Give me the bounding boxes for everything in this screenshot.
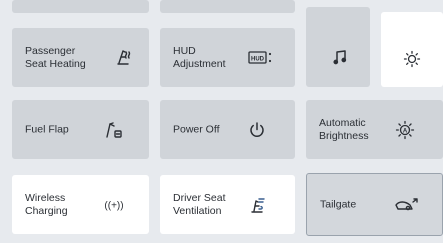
automatic-brightness-label: Automatic Brightness <box>319 116 369 142</box>
power-off-label: Power Off <box>173 123 220 135</box>
fuel-flap-button[interactable]: Fuel Flap <box>12 100 149 159</box>
hud-icon-text: HUD <box>251 56 265 62</box>
power-icon <box>245 118 269 142</box>
media-button[interactable] <box>306 7 370 87</box>
wireless-charging-button[interactable]: Wireless Charging ((+)) <box>12 175 149 234</box>
tailgate-icon <box>394 193 420 217</box>
tailgate-label: Tailgate <box>320 198 357 210</box>
partial-tile-top-middle[interactable] <box>160 0 295 13</box>
fuel-flap-label: Fuel Flap <box>25 123 69 135</box>
brightness-button[interactable] <box>381 12 443 87</box>
music-note-icon <box>328 45 352 69</box>
hud-icon: HUD <box>248 46 274 70</box>
seat-ventilation-icon <box>245 193 269 217</box>
wireless-charging-icon-text: ((+)) <box>104 200 123 211</box>
fuel-flap-icon <box>102 118 126 142</box>
automatic-brightness-button[interactable]: Automatic Brightness A <box>306 100 443 159</box>
driver-seat-ventilation-label: Driver Seat Ventilation <box>173 191 226 217</box>
seat-heating-icon <box>111 46 135 70</box>
svg-text:A: A <box>403 128 408 134</box>
auto-brightness-icon: A <box>393 118 417 142</box>
power-off-button[interactable]: Power Off <box>160 100 295 159</box>
brightness-icon <box>400 47 424 71</box>
tailgate-button[interactable]: Tailgate <box>306 173 443 236</box>
hud-adjustment-label: HUD Adjustment <box>173 44 226 70</box>
driver-seat-ventilation-button[interactable]: Driver Seat Ventilation <box>160 175 295 234</box>
passenger-seat-heating-button[interactable]: Passenger Seat Heating <box>12 28 149 87</box>
partial-tile-top-left[interactable] <box>12 0 149 13</box>
hud-adjustment-button[interactable]: HUD Adjustment HUD <box>160 28 295 87</box>
passenger-seat-heating-label: Passenger Seat Heating <box>25 44 86 70</box>
wireless-charging-icon: ((+)) <box>100 193 128 217</box>
wireless-charging-label: Wireless Charging <box>25 191 68 217</box>
